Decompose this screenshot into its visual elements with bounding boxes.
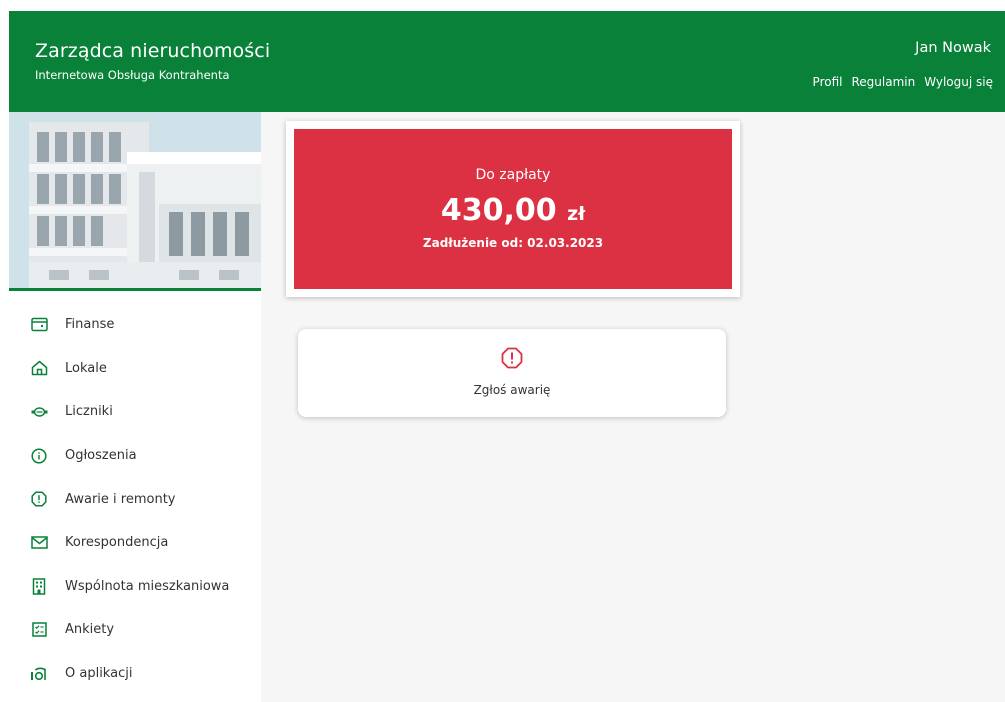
- checklist-icon: [30, 621, 48, 639]
- building-hero-image: [9, 112, 261, 288]
- terms-link[interactable]: Regulamin: [851, 75, 915, 89]
- sidebar: Finanse Lokale Liczniki Ogłoszenia Awari…: [9, 112, 261, 702]
- sidebar-menu: Finanse Lokale Liczniki Ogłoszenia Awari…: [9, 303, 261, 695]
- building-icon: [30, 577, 48, 595]
- sidebar-item-o-aplikacji[interactable]: O aplikacji: [9, 652, 261, 696]
- sidebar-item-label: Wspólnota mieszkaniowa: [65, 578, 230, 594]
- top-nav: Profil Regulamin Wyloguj się: [813, 75, 993, 89]
- app-header: Zarządca nieruchomości Internetowa Obsłu…: [9, 11, 1005, 112]
- sidebar-item-label: Finanse: [65, 317, 115, 333]
- sidebar-item-label: Ogłoszenia: [65, 448, 137, 464]
- report-failure-button[interactable]: Zgłoś awarię: [298, 329, 726, 417]
- debt-since: Zadłużenie od: 02.03.2023: [422, 236, 604, 250]
- sidebar-item-finanse[interactable]: Finanse: [9, 303, 261, 347]
- profile-link[interactable]: Profil: [813, 75, 843, 89]
- sidebar-item-label: Liczniki: [65, 404, 113, 420]
- warning-icon: [501, 347, 523, 369]
- payment-currency: zł: [567, 203, 586, 225]
- sidebar-item-lokale[interactable]: Lokale: [9, 347, 261, 391]
- app-subtitle: Internetowa Obsługa Kontrahenta: [35, 68, 230, 82]
- payment-label: Do zapłaty: [475, 167, 551, 183]
- about-icon: [30, 665, 48, 683]
- payment-amount-row: 430,00 zł: [294, 193, 732, 228]
- sidebar-item-label: Ankiety: [65, 622, 115, 638]
- meter-icon: [30, 403, 48, 421]
- user-name: Jan Nowak: [915, 40, 991, 56]
- home-icon: [30, 359, 48, 377]
- logout-link[interactable]: Wyloguj się: [924, 75, 993, 89]
- payment-amount: 430,00: [440, 193, 557, 228]
- sidebar-item-wspolnota[interactable]: Wspólnota mieszkaniowa: [9, 565, 261, 609]
- warning-icon: [30, 490, 48, 508]
- sidebar-item-liczniki[interactable]: Liczniki: [9, 390, 261, 434]
- wallet-icon: [30, 316, 48, 334]
- app-title: Zarządca nieruchomości: [35, 40, 271, 62]
- info-icon: [30, 447, 48, 465]
- sidebar-item-awarie[interactable]: Awarie i remonty: [9, 477, 261, 521]
- payment-panel: Do zapłaty 430,00 zł Zadłużenie od: 02.0…: [294, 129, 732, 289]
- sidebar-item-label: Korespondencja: [65, 535, 169, 551]
- sidebar-item-ankiety[interactable]: Ankiety: [9, 608, 261, 652]
- sidebar-item-korespondencja[interactable]: Korespondencja: [9, 521, 261, 565]
- main-content: Do zapłaty 430,00 zł Zadłużenie od: 02.0…: [261, 112, 1005, 702]
- sidebar-item-label: Awarie i remonty: [65, 491, 176, 507]
- sidebar-item-ogloszenia[interactable]: Ogłoszenia: [9, 434, 261, 478]
- payment-card[interactable]: Do zapłaty 430,00 zł Zadłużenie od: 02.0…: [286, 121, 740, 297]
- sidebar-item-label: O aplikacji: [65, 666, 133, 682]
- sidebar-item-label: Lokale: [65, 360, 107, 376]
- hero-divider: [9, 288, 261, 291]
- envelope-icon: [30, 534, 48, 552]
- report-failure-label: Zgłoś awarię: [473, 383, 551, 397]
